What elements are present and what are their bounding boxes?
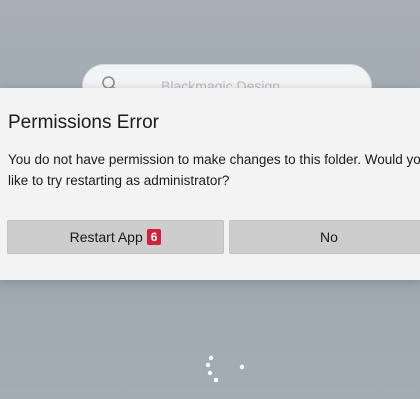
no-button[interactable]: No xyxy=(229,220,420,254)
dialog-title: Permissions Error xyxy=(8,112,159,133)
no-label: No xyxy=(320,229,338,245)
loading-spinner-icon xyxy=(200,352,250,392)
shortcut-badge: 6 xyxy=(146,229,162,245)
permissions-error-dialog: Permissions Error You do not have permis… xyxy=(0,88,420,280)
dialog-message: You do not have permission to make chang… xyxy=(8,152,420,188)
restart-app-label: Restart App xyxy=(69,229,143,245)
restart-app-button[interactable]: Restart App 6 xyxy=(7,220,224,254)
